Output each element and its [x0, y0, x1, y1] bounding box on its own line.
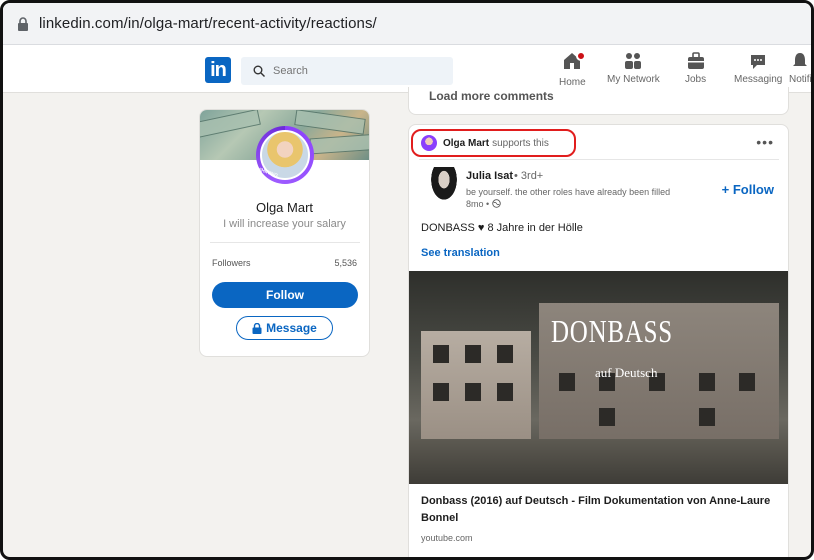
post-text: DONBASS ♥ 8 Jahre in der Hölle: [421, 222, 583, 234]
author-degree: • 3rd+: [514, 170, 544, 182]
link-domain: youtube.com: [421, 533, 473, 543]
browser-window: linkedin.com/in/olga-mart/recent-activit…: [0, 0, 814, 560]
post-timestamp: 8mo •: [466, 199, 501, 209]
url-text[interactable]: linkedin.com/in/olga-mart/recent-activit…: [39, 15, 377, 32]
profile-name[interactable]: Olga Mart: [200, 200, 369, 215]
more-options-icon[interactable]: •••: [756, 134, 774, 150]
globe-icon: [491, 199, 501, 208]
feed-post: Olga Mart supports this ••• Julia Isat •…: [408, 124, 789, 557]
video-subtitle-overlay: auf Deutsch: [595, 365, 658, 380]
heart-icon: ♥: [477, 222, 485, 234]
nav-jobs[interactable]: Jobs: [685, 51, 706, 85]
lock-icon: [18, 16, 28, 31]
profile-card: #HIRING Olga Mart I will increase your s…: [199, 109, 370, 357]
top-nav: in Home My Network: [3, 45, 811, 93]
nav-notifications[interactable]: Notifi: [789, 51, 812, 85]
actor-avatar: [421, 135, 437, 151]
nav-home[interactable]: Home: [559, 51, 587, 88]
divider: [419, 159, 779, 160]
followers-label: Followers: [212, 258, 251, 268]
search-bar[interactable]: [241, 57, 453, 85]
follow-author-button[interactable]: + Follow: [722, 182, 774, 197]
previous-post-card: Load more comments: [408, 87, 789, 115]
nav-my-network[interactable]: My Network: [607, 51, 660, 85]
lock-icon: [252, 322, 262, 334]
author-name[interactable]: Julia Isat: [466, 170, 513, 182]
nav-jobs-label: Jobs: [685, 74, 707, 85]
building-left: [421, 331, 531, 441]
actor-name[interactable]: Olga Mart: [443, 138, 489, 149]
bell-icon: [793, 53, 808, 66]
video-thumbnail[interactable]: DONBASS auf Deutsch: [409, 271, 788, 484]
address-bar[interactable]: linkedin.com/in/olga-mart/recent-activit…: [3, 3, 811, 45]
followers-count: 5,536: [334, 258, 357, 268]
ground: [409, 439, 788, 484]
post-text-prefix: DONBASS: [421, 222, 475, 234]
nav-messaging[interactable]: Messaging: [734, 51, 782, 85]
author-headline: be yourself. the other roles have alread…: [466, 187, 671, 197]
author-avatar[interactable]: [429, 167, 459, 203]
nav-notifications-label: Notifi: [789, 74, 812, 85]
profile-tagline: I will increase your salary: [223, 218, 346, 230]
link-title[interactable]: Donbass (2016) auf Deutsch - Film Dokume…: [421, 493, 776, 527]
actor-action: supports this: [492, 137, 549, 149]
notification-dot: [576, 51, 587, 61]
see-translation-link[interactable]: See translation: [421, 247, 500, 259]
network-icon: [625, 53, 642, 69]
linkedin-logo[interactable]: in: [205, 57, 231, 83]
message-button-label: Message: [266, 321, 317, 335]
search-icon: [253, 65, 265, 77]
post-text-suffix: 8 Jahre in der Hölle: [487, 222, 583, 234]
load-more-comments[interactable]: Load more comments: [429, 89, 554, 103]
video-title-overlay: DONBASS: [551, 313, 673, 349]
nav-messaging-label: Messaging: [734, 74, 783, 85]
briefcase-icon: [687, 52, 704, 69]
divider: [210, 242, 360, 243]
activity-header[interactable]: Olga Mart supports this: [411, 129, 576, 157]
nav-network-label: My Network: [607, 74, 660, 85]
post-time-text: 8mo •: [466, 199, 490, 209]
search-input[interactable]: [273, 65, 433, 77]
messaging-icon: [751, 55, 766, 69]
follow-button[interactable]: Follow: [212, 282, 358, 308]
message-button[interactable]: Message: [236, 316, 333, 340]
